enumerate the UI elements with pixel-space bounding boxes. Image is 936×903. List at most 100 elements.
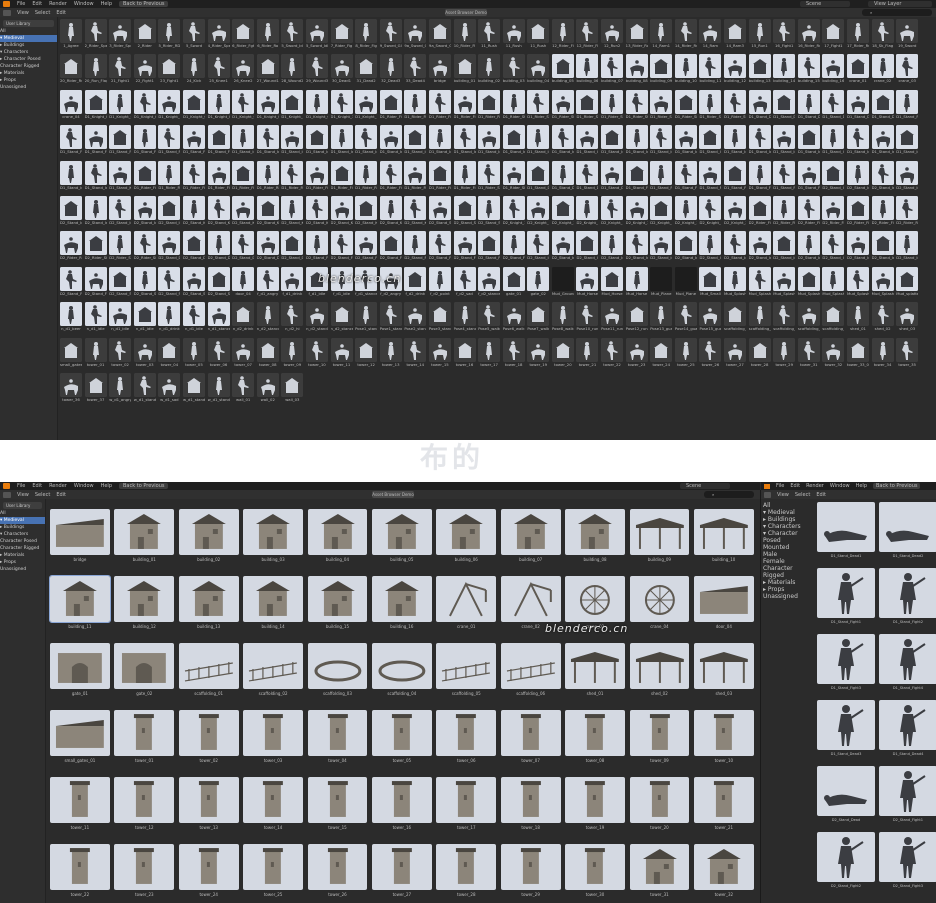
- blender-logo-icon[interactable]: [3, 483, 10, 489]
- asset-tile[interactable]: D1_Stand_Dead4: [879, 700, 936, 758]
- asset-tile[interactable]: D1_Rider_Fi: [281, 160, 304, 193]
- asset-tile[interactable]: D2_Stand_Id: [109, 195, 132, 228]
- asset-tile[interactable]: tower_13: [178, 777, 239, 834]
- asset-tile[interactable]: D1_Stand_D: [576, 160, 599, 193]
- asset-tile[interactable]: D2_Rider_Fi: [797, 195, 820, 228]
- asset-tile[interactable]: 11_Rush: [478, 19, 501, 51]
- asset-tile[interactable]: building_10: [693, 509, 754, 566]
- asset-tile[interactable]: tower_20: [629, 777, 690, 834]
- asset-tile[interactable]: D2_Stand_Sk: [182, 266, 205, 299]
- catalog-item[interactable]: ▾ Characters: [763, 523, 815, 530]
- asset-tile[interactable]: 27_Wound1: [256, 54, 279, 86]
- asset-tile[interactable]: tower_25: [243, 844, 303, 901]
- asset-tile[interactable]: D1_Stand_Id: [305, 125, 328, 157]
- asset-tile[interactable]: D2_Rider_Fi: [847, 195, 869, 228]
- asset-tile[interactable]: D2_Stand_Sk: [158, 266, 181, 299]
- asset-tile[interactable]: Mud_Horse: [601, 266, 624, 299]
- blender-logo-icon[interactable]: [764, 483, 770, 489]
- asset-tile[interactable]: 2_Rider_Spe: [84, 19, 107, 51]
- editor-type-icon[interactable]: [764, 491, 771, 498]
- asset-tile[interactable]: tower_07: [500, 710, 561, 767]
- asset-tile[interactable]: D2_Knight_11: [502, 195, 525, 228]
- asset-tile[interactable]: n_d1_beer: [60, 302, 82, 334]
- asset-tile[interactable]: tower_11: [50, 777, 110, 834]
- catalog-item[interactable]: ▸ Materials: [763, 579, 815, 586]
- menu-help[interactable]: Help: [101, 483, 112, 489]
- catalog-item[interactable]: ▸ Buildings: [0, 524, 45, 531]
- asset-tile[interactable]: D1_Stand_Fight3: [817, 634, 875, 692]
- catalog-item[interactable]: ▸ Props: [0, 77, 57, 84]
- asset-tile[interactable]: D2_Knight_16: [625, 195, 648, 228]
- menu-file[interactable]: File: [776, 483, 784, 489]
- asset-tile[interactable]: Pose5_walk: [478, 302, 501, 334]
- asset-tile[interactable]: tower_26: [307, 844, 368, 901]
- catalog-item[interactable]: Character Rigged: [0, 63, 57, 70]
- asset-tile[interactable]: D2_Stand_Id: [724, 231, 747, 263]
- asset-tile[interactable]: n_d2_stance: [256, 302, 279, 334]
- asset-tile[interactable]: D1_Stand_Fi: [158, 125, 181, 157]
- asset-tile[interactable]: building_12: [724, 54, 747, 86]
- asset-tile[interactable]: D1_Rider_St: [724, 89, 747, 122]
- asset-tile[interactable]: tower_14: [404, 337, 427, 370]
- catalog-item[interactable]: ▾ Characters: [0, 531, 45, 538]
- asset-tile[interactable]: D2_Stand_Fi: [379, 231, 402, 263]
- asset-tile[interactable]: D1_Stand_Fi: [773, 160, 796, 193]
- asset-tile[interactable]: shed_03: [896, 302, 919, 334]
- asset-tile[interactable]: tower_15: [307, 777, 368, 834]
- asset-tile[interactable]: Pose8_walk: [551, 302, 574, 334]
- asset-tile[interactable]: D2_Stand_D: [207, 231, 230, 263]
- asset-tile[interactable]: tower_20: [551, 337, 574, 370]
- asset-tile[interactable]: tower_27: [371, 844, 432, 901]
- asset-tile[interactable]: D2_Stand_Id: [576, 231, 599, 263]
- asset-tile[interactable]: building_05: [371, 509, 432, 566]
- catalog-item[interactable]: ▾ Medieval: [0, 35, 57, 42]
- asset-tile[interactable]: tower_12: [114, 777, 175, 834]
- asset-tile[interactable]: 14_Rider_Ru: [674, 19, 697, 51]
- asset-tile[interactable]: D1_Stand_Kn: [109, 160, 132, 193]
- asset-tile[interactable]: D1_Stand_D: [527, 160, 550, 193]
- asset-tile[interactable]: D2_Stand_Sk: [109, 266, 132, 299]
- asset-tile[interactable]: Pose6_walk: [502, 302, 525, 334]
- asset-tile[interactable]: D2_Stand_Fi: [305, 231, 328, 263]
- asset-tile[interactable]: D1_Stand_Fi: [748, 160, 771, 193]
- asset-tile[interactable]: 5_Sword: [182, 19, 205, 51]
- asset-tile[interactable]: D1_Stand_Fi: [699, 160, 722, 193]
- asset-tile[interactable]: D2_Stand_Kn: [256, 195, 279, 228]
- asset-tile[interactable]: Mud_Ground: [551, 266, 574, 299]
- asset-tile[interactable]: D1_Stand_Id: [773, 125, 796, 157]
- asset-tile[interactable]: D1_Knight_11: [330, 89, 353, 122]
- search-input[interactable]: ⌕: [862, 9, 932, 16]
- asset-tile[interactable]: crane_02: [871, 54, 894, 86]
- catalog-item[interactable]: ▸ Props: [0, 559, 45, 566]
- asset-tile[interactable]: D1_Stand_Id: [404, 125, 427, 157]
- asset-tile[interactable]: tower_21: [576, 337, 599, 370]
- asset-tile[interactable]: tower_25: [674, 337, 697, 370]
- asset-tile[interactable]: f_d1_angry: [256, 266, 279, 299]
- asset-tile[interactable]: 14_Ram1: [650, 19, 673, 51]
- asset-tile[interactable]: 5_Rider_RD: [158, 19, 181, 51]
- asset-tile[interactable]: crane_04: [60, 89, 82, 122]
- asset-tile[interactable]: Mud_Plane: [650, 266, 673, 299]
- asset-tile[interactable]: wall_02: [256, 372, 279, 405]
- asset-tile[interactable]: building_07: [601, 54, 624, 86]
- header-menu-select[interactable]: Select: [795, 492, 810, 498]
- asset-tile[interactable]: D2_Stand_Id: [60, 195, 82, 228]
- asset-tile[interactable]: D1_Stand_Fi: [650, 160, 673, 193]
- asset-tile[interactable]: tower_31: [797, 337, 820, 370]
- asset-tile[interactable]: D2_Stand_Id: [773, 231, 796, 263]
- asset-tile[interactable]: D1_Stand_D: [797, 89, 820, 122]
- asset-tile[interactable]: D1_Rider_Fi: [133, 160, 156, 193]
- asset-tile[interactable]: D1_Stand_Id: [330, 125, 353, 157]
- asset-tile[interactable]: D2_Knight_20: [724, 195, 747, 228]
- asset-tile[interactable]: tower_26: [699, 337, 722, 370]
- asset-tile[interactable]: D1_Knight_12: [355, 89, 378, 122]
- catalog-item[interactable]: ▾ Character Posed: [763, 530, 815, 544]
- asset-tile[interactable]: D1_Rider_Fi: [305, 160, 328, 193]
- catalog-item[interactable]: All: [0, 510, 45, 517]
- asset-tile[interactable]: D1_Stand_Id: [871, 125, 894, 157]
- catalog-item[interactable]: Unassigned: [0, 566, 45, 573]
- asset-tile[interactable]: D2_Rider_Fi: [822, 195, 845, 228]
- asset-tile[interactable]: Pose1_stand: [379, 302, 402, 334]
- menu-render[interactable]: Render: [806, 483, 824, 489]
- asset-tile[interactable]: tower_22: [50, 844, 110, 901]
